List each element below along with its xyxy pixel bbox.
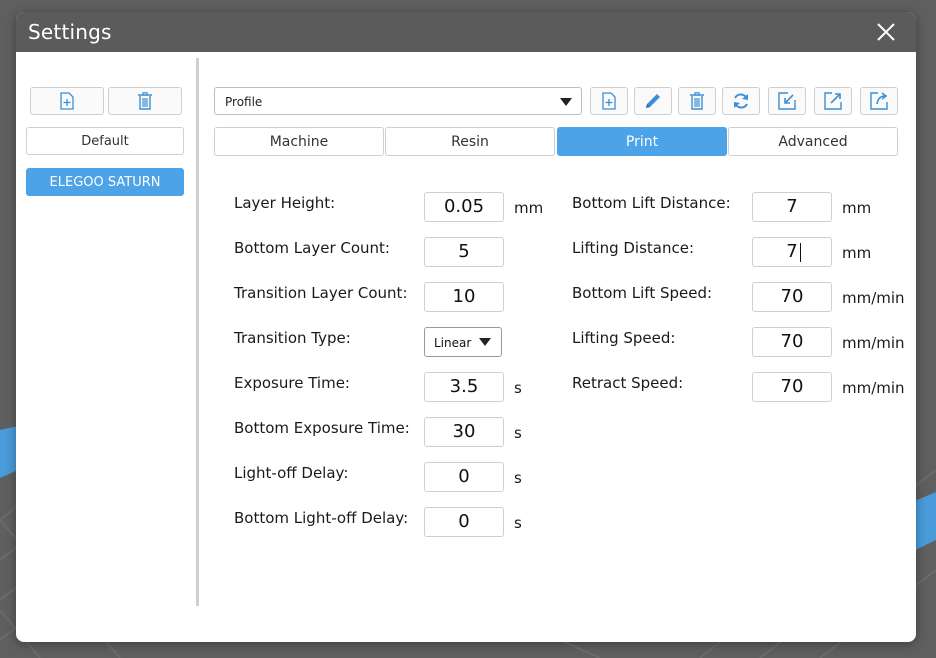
add-preset-button[interactable]	[30, 87, 104, 115]
bottom-lift-speed-label: Bottom Lift Speed:	[572, 284, 713, 302]
bottom-light-off-delay-label: Bottom Light-off Delay:	[234, 509, 409, 527]
lifting-speed-label: Lifting Speed:	[572, 329, 676, 347]
bottom-layer-count-input[interactable]: 5	[424, 237, 504, 267]
edit-profile-button[interactable]	[634, 87, 672, 115]
transition-layer-count-input[interactable]: 10	[424, 282, 504, 312]
settings-dialog: Settings Default ELEGOO SATURN Profile M…	[16, 12, 916, 642]
new-file-icon	[602, 92, 616, 110]
bottom-layer-count-label: Bottom Layer Count:	[234, 239, 390, 257]
transition-type-value: Linear	[434, 336, 472, 350]
bottom-lift-distance-label: Bottom Lift Distance:	[572, 194, 731, 212]
import-profile-button[interactable]	[768, 87, 806, 115]
lifting-speed-unit: mm/min	[842, 334, 905, 352]
preset-item-elegoo-saturn[interactable]: ELEGOO SATURN	[26, 168, 184, 196]
refresh-profile-button[interactable]	[722, 87, 760, 115]
lifting-distance-unit: mm	[842, 244, 872, 262]
edit-pencil-icon	[646, 94, 660, 108]
chevron-down-icon	[560, 98, 572, 106]
retract-speed-label: Retract Speed:	[572, 374, 684, 392]
window-title: Settings	[28, 20, 112, 44]
retract-speed-input[interactable]: 70	[752, 372, 832, 402]
retract-speed-unit: mm/min	[842, 379, 905, 397]
bottom-light-off-delay-input[interactable]: 0	[424, 507, 504, 537]
tab-advanced[interactable]: Advanced	[728, 127, 898, 156]
bottom-lift-distance-unit: mm	[842, 199, 872, 217]
bottom-lift-speed-input[interactable]: 70	[752, 282, 832, 312]
delete-profile-button[interactable]	[678, 87, 716, 115]
preset-item-default[interactable]: Default	[26, 127, 184, 155]
lifting-speed-input[interactable]: 70	[752, 327, 832, 357]
layer-height-label: Layer Height:	[234, 194, 336, 212]
title-bar: Settings	[16, 12, 916, 52]
trash-icon	[138, 92, 152, 110]
transition-type-label: Transition Type:	[234, 329, 351, 347]
light-off-delay-input[interactable]: 0	[424, 462, 504, 492]
new-file-icon	[60, 92, 74, 110]
profile-dropdown[interactable]: Profile	[214, 87, 582, 115]
exposure-time-label: Exposure Time:	[234, 374, 350, 392]
transition-layer-count-label: Transition Layer Count:	[234, 284, 408, 302]
layer-height-input[interactable]: 0.05	[424, 192, 504, 222]
export-all-profiles-button[interactable]	[860, 87, 898, 115]
exposure-time-unit: s	[514, 379, 522, 397]
bottom-exposure-time-unit: s	[514, 424, 522, 442]
layer-height-unit: mm	[514, 199, 544, 217]
bottom-exposure-time-label: Bottom Exposure Time:	[234, 419, 410, 437]
chevron-down-icon	[479, 338, 491, 346]
preset-panel: Default ELEGOO SATURN	[16, 52, 198, 642]
new-profile-button[interactable]	[590, 87, 628, 115]
tab-resin[interactable]: Resin	[385, 127, 555, 156]
close-icon	[877, 23, 895, 41]
panel-divider	[196, 58, 199, 606]
refresh-icon	[734, 93, 748, 109]
export-profile-button[interactable]	[814, 87, 852, 115]
lifting-distance-input[interactable]: 7	[752, 237, 832, 267]
lifting-distance-label: Lifting Distance:	[572, 239, 695, 257]
trash-icon	[690, 92, 704, 110]
bottom-exposure-time-input[interactable]: 30	[424, 417, 504, 447]
export-all-icon	[870, 92, 888, 110]
bottom-lift-distance-input[interactable]: 7	[752, 192, 832, 222]
exposure-time-input[interactable]: 3.5	[424, 372, 504, 402]
export-icon	[824, 92, 842, 110]
light-off-delay-unit: s	[514, 469, 522, 487]
tab-machine[interactable]: Machine	[214, 127, 384, 156]
transition-type-dropdown[interactable]: Linear	[424, 327, 502, 357]
tab-print[interactable]: Print	[557, 127, 727, 156]
bottom-light-off-delay-unit: s	[514, 514, 522, 532]
light-off-delay-label: Light-off Delay:	[234, 464, 349, 482]
import-icon	[778, 92, 796, 110]
delete-preset-button[interactable]	[108, 87, 182, 115]
profile-dropdown-value: Profile	[225, 95, 263, 109]
bottom-lift-speed-unit: mm/min	[842, 289, 905, 307]
close-button[interactable]	[874, 20, 898, 44]
